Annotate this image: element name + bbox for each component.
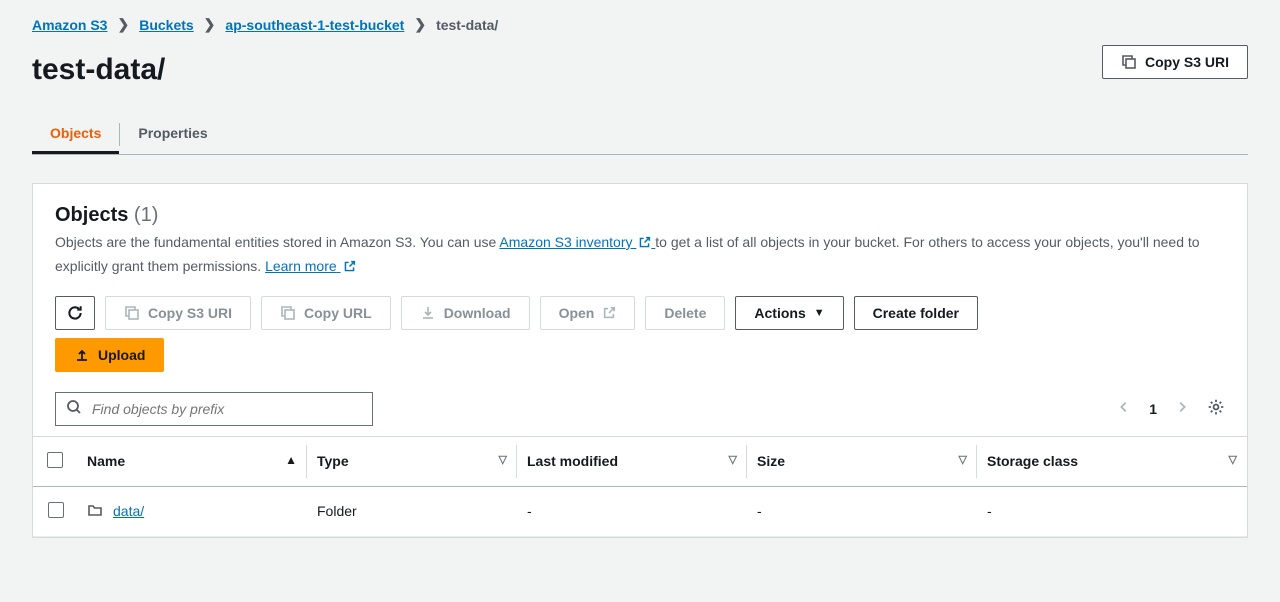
sort-icon: ▽ bbox=[959, 453, 967, 466]
col-type[interactable]: Type ▽ bbox=[307, 436, 517, 486]
col-type-label: Type bbox=[317, 453, 349, 469]
pager-page-number: 1 bbox=[1149, 401, 1157, 417]
download-label: Download bbox=[444, 305, 511, 321]
copy-icon bbox=[1121, 54, 1137, 70]
pager-next[interactable] bbox=[1175, 400, 1189, 417]
chevron-right-icon: ❯ bbox=[117, 16, 129, 33]
copy-url-button[interactable]: Copy URL bbox=[261, 296, 391, 330]
col-storage-class[interactable]: Storage class ▽ bbox=[977, 436, 1247, 486]
col-size-label: Size bbox=[757, 453, 785, 469]
select-all-checkbox[interactable] bbox=[47, 452, 63, 468]
create-folder-label: Create folder bbox=[873, 305, 959, 321]
download-button[interactable]: Download bbox=[401, 296, 530, 330]
search-input[interactable] bbox=[90, 400, 362, 418]
breadcrumb: Amazon S3 ❯ Buckets ❯ ap-southeast-1-tes… bbox=[32, 16, 1248, 33]
tab-objects[interactable]: Objects bbox=[32, 115, 119, 154]
col-last-modified[interactable]: Last modified ▽ bbox=[517, 436, 747, 486]
table-row[interactable]: data/ Folder - - - bbox=[33, 486, 1247, 536]
chevron-right-icon: ❯ bbox=[204, 16, 216, 33]
col-size[interactable]: Size ▽ bbox=[747, 436, 977, 486]
table-header-row: Name ▲ Type ▽ Last modified ▽ bbox=[33, 436, 1247, 486]
panel-title: Objects (1) bbox=[55, 204, 1225, 227]
search-icon bbox=[66, 399, 82, 418]
select-all-header bbox=[33, 436, 77, 486]
download-icon bbox=[420, 305, 436, 321]
sort-asc-icon: ▲ bbox=[285, 453, 297, 467]
panel-description: Objects are the fundamental entities sto… bbox=[55, 231, 1225, 280]
row-storage-class-cell: - bbox=[977, 486, 1247, 536]
objects-table: Name ▲ Type ▽ Last modified ▽ bbox=[33, 436, 1247, 537]
copy-s3-uri-button[interactable]: Copy S3 URI bbox=[105, 296, 251, 330]
inventory-link-label: Amazon S3 inventory bbox=[499, 234, 632, 250]
external-link-icon bbox=[343, 257, 356, 279]
open-button[interactable]: Open bbox=[540, 296, 636, 330]
breadcrumb-buckets[interactable]: Buckets bbox=[139, 17, 193, 33]
col-last-modified-label: Last modified bbox=[527, 453, 618, 469]
search-box[interactable] bbox=[55, 392, 373, 426]
object-name-link[interactable]: data/ bbox=[113, 503, 144, 519]
copy-icon bbox=[124, 305, 140, 321]
upload-button[interactable]: Upload bbox=[55, 338, 164, 372]
panel-desc-text-1: Objects are the fundamental entities sto… bbox=[55, 234, 499, 250]
tab-properties[interactable]: Properties bbox=[120, 115, 225, 154]
sort-icon: ▽ bbox=[1229, 453, 1237, 466]
upload-icon bbox=[74, 347, 90, 363]
breadcrumb-current: test-data/ bbox=[436, 17, 498, 33]
row-type-cell: Folder bbox=[307, 486, 517, 536]
refresh-icon bbox=[66, 304, 84, 322]
create-folder-button[interactable]: Create folder bbox=[854, 296, 978, 330]
learn-more-link[interactable]: Learn more bbox=[265, 258, 355, 274]
upload-label: Upload bbox=[98, 347, 145, 363]
sort-icon: ▽ bbox=[499, 453, 507, 466]
open-label: Open bbox=[559, 305, 595, 321]
pager: 1 bbox=[1117, 398, 1225, 419]
objects-panel: Objects (1) Objects are the fundamental … bbox=[32, 183, 1248, 538]
external-link-icon bbox=[602, 306, 616, 320]
page-title: test-data/ bbox=[32, 53, 165, 87]
chevron-right-icon: ❯ bbox=[414, 16, 426, 33]
refresh-button[interactable] bbox=[55, 296, 95, 330]
panel-count: (1) bbox=[134, 204, 158, 226]
amazon-s3-inventory-link[interactable]: Amazon S3 inventory bbox=[499, 234, 655, 250]
copy-s3-uri-header-button[interactable]: Copy S3 URI bbox=[1102, 45, 1248, 79]
sort-icon: ▽ bbox=[729, 453, 737, 466]
actions-dropdown[interactable]: Actions ▼ bbox=[735, 296, 843, 330]
breadcrumb-bucket-name[interactable]: ap-southeast-1-test-bucket bbox=[225, 17, 404, 33]
learn-more-label: Learn more bbox=[265, 258, 337, 274]
row-select-cell bbox=[33, 486, 77, 536]
row-checkbox[interactable] bbox=[48, 502, 64, 518]
caret-down-icon: ▼ bbox=[814, 307, 825, 319]
breadcrumb-amazon-s3[interactable]: Amazon S3 bbox=[32, 17, 107, 33]
pager-prev[interactable] bbox=[1117, 400, 1131, 417]
external-link-icon bbox=[638, 233, 651, 255]
row-last-modified-cell: - bbox=[517, 486, 747, 536]
copy-icon bbox=[280, 305, 296, 321]
col-name[interactable]: Name ▲ bbox=[77, 436, 307, 486]
folder-icon bbox=[87, 502, 103, 521]
row-size-cell: - bbox=[747, 486, 977, 536]
col-storage-class-label: Storage class bbox=[987, 453, 1078, 469]
settings-button[interactable] bbox=[1207, 398, 1225, 419]
actions-label: Actions bbox=[754, 305, 805, 321]
panel-title-text: Objects bbox=[55, 204, 128, 226]
copy-s3-uri-header-label: Copy S3 URI bbox=[1145, 54, 1229, 70]
delete-button[interactable]: Delete bbox=[645, 296, 725, 330]
delete-label: Delete bbox=[664, 305, 706, 321]
tabs: Objects Properties bbox=[32, 115, 1248, 155]
copy-url-label: Copy URL bbox=[304, 305, 372, 321]
row-name-cell: data/ bbox=[77, 486, 307, 536]
col-name-label: Name bbox=[87, 453, 125, 469]
copy-s3-uri-label: Copy S3 URI bbox=[148, 305, 232, 321]
